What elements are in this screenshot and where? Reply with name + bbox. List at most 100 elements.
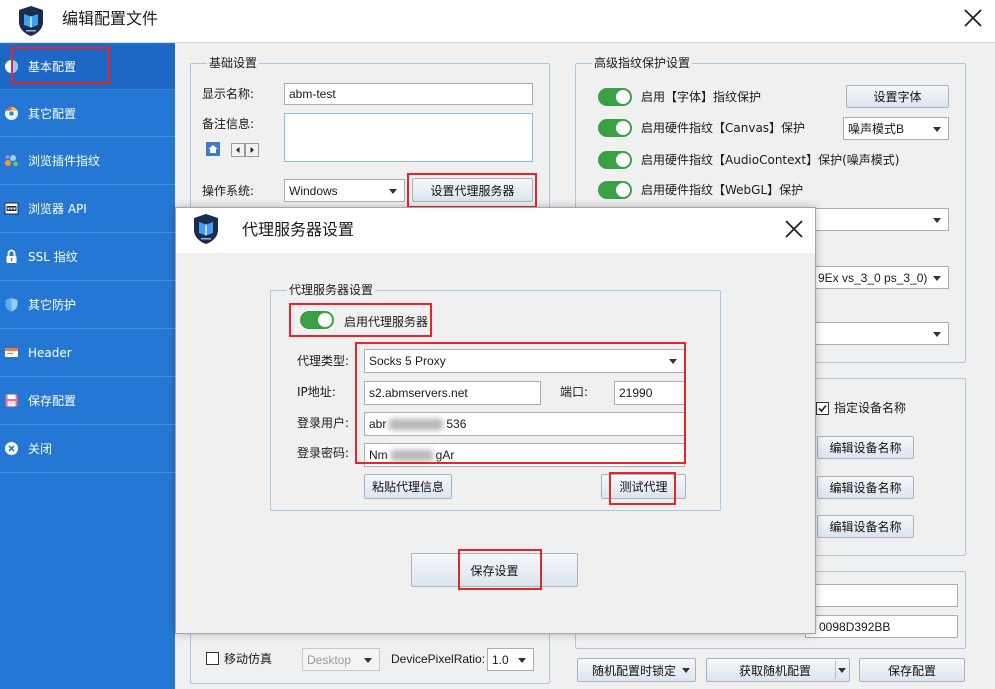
- username-visible-start: abr: [369, 417, 387, 431]
- sidebar-item-label: 基本配置: [28, 60, 77, 74]
- sidebar-item-label: 其它配置: [28, 106, 77, 121]
- get-random-config-button[interactable]: 获取随机配置: [706, 658, 850, 682]
- port-input[interactable]: 21990: [614, 381, 685, 405]
- chevron-down-icon: [933, 275, 941, 281]
- arrow-left-right-icon[interactable]: [231, 143, 259, 157]
- redacted-text: [390, 449, 433, 461]
- app-logo: [19, 6, 43, 36]
- app-logo: [194, 214, 218, 244]
- chevron-down-icon[interactable]: [838, 668, 846, 673]
- title-bar: 编辑配置文件: [0, 0, 995, 43]
- save-config-button[interactable]: 保存配置: [859, 658, 965, 682]
- dpr-select[interactable]: 1.0: [487, 648, 534, 671]
- port-label: 端口:: [560, 385, 589, 399]
- group-legend: 代理服务器设置: [287, 282, 376, 298]
- mobile-emulation-checkbox[interactable]: [206, 652, 219, 665]
- sidebar-item-other-config[interactable]: 其它配置: [0, 90, 175, 137]
- lock-on-random-label: 随机配置时锁定: [592, 663, 677, 678]
- sidebar-item-header[interactable]: Header: [0, 329, 175, 377]
- device-type-select[interactable]: Desktop: [302, 648, 380, 671]
- note-textarea[interactable]: [284, 113, 533, 162]
- group-legend: 高级指纹保护设置: [592, 55, 693, 71]
- sidebar-item-label: 其它防护: [28, 298, 77, 312]
- window-title: 编辑配置文件: [62, 9, 159, 28]
- password-input[interactable]: Nm gAr: [364, 443, 685, 467]
- edit-device-name-button[interactable]: 编辑设备名称: [817, 515, 914, 538]
- os-label: 操作系统:: [202, 184, 255, 198]
- canvas-protection-label: 启用硬件指纹【Canvas】保护: [641, 121, 806, 135]
- webgl-protection-toggle[interactable]: [598, 181, 632, 199]
- username-visible-end: 536: [446, 417, 467, 431]
- shield-icon: [5, 298, 18, 312]
- identifier-input-2[interactable]: 0098D392BB: [805, 615, 958, 638]
- paste-proxy-button[interactable]: 粘贴代理信息: [364, 474, 452, 499]
- canvas-protection-toggle[interactable]: [598, 119, 632, 137]
- sidebar-item-label: 保存配置: [28, 394, 77, 408]
- password-visible-end: gAr: [435, 448, 455, 462]
- dpr-value: 1.0: [492, 652, 509, 667]
- close-icon[interactable]: [964, 9, 982, 27]
- proxy-type-label: 代理类型:: [297, 354, 350, 368]
- sidebar-item-label: 浏览插件指纹: [28, 154, 101, 168]
- ip-input[interactable]: s2.abmservers.net: [364, 381, 541, 405]
- sidebar-item-plugin-fingerprint[interactable]: 浏览插件指纹: [0, 137, 175, 185]
- edit-device-name-button[interactable]: 编辑设备名称: [817, 476, 914, 499]
- ip-label: IP地址:: [297, 385, 336, 399]
- sidebar: 基本配置 其它配置 浏览插件指纹 浏览器 API SSL 指纹 其它防护 Hea…: [0, 43, 175, 689]
- enable-proxy-toggle[interactable]: [300, 311, 334, 329]
- username-label: 登录用户:: [297, 416, 350, 430]
- edit-device-name-button[interactable]: 编辑设备名称: [817, 436, 914, 459]
- sidebar-item-basic-config[interactable]: 基本配置: [0, 44, 175, 90]
- canvas-mode-value: 噪声模式B: [848, 122, 905, 136]
- font-protection-toggle[interactable]: [598, 88, 632, 106]
- audio-protection-toggle[interactable]: [598, 151, 632, 169]
- redacted-text: [389, 418, 444, 430]
- username-input[interactable]: abr 536: [364, 412, 685, 436]
- set-proxy-button[interactable]: 设置代理服务器: [412, 178, 533, 202]
- chevron-down-icon: [389, 188, 397, 194]
- sidebar-item-label: SSL 指纹: [28, 250, 78, 264]
- sidebar-item-other-protection[interactable]: 其它防护: [0, 281, 175, 329]
- webgl-select-3[interactable]: [805, 322, 949, 345]
- canvas-mode-select[interactable]: 噪声模式B: [843, 117, 949, 140]
- close-circle-icon: [5, 442, 18, 455]
- webgl-select-1[interactable]: [805, 208, 949, 231]
- browser-icon: [5, 106, 18, 120]
- sidebar-item-label: Header: [28, 345, 72, 360]
- identifier-input-1[interactable]: [805, 584, 958, 607]
- chevron-down-icon: [933, 217, 941, 223]
- toggle-knob: [616, 90, 630, 104]
- close-icon[interactable]: [785, 220, 803, 238]
- edit-profile-window: 编辑配置文件 基本配置 其它配置 浏览插件指纹 浏览器 API SSL 指纹 其: [0, 0, 995, 689]
- device-name-checkbox[interactable]: [816, 402, 829, 415]
- dpr-label: DevicePixelRatio:: [391, 652, 486, 666]
- password-visible-start: Nm: [369, 448, 388, 462]
- os-select-value: Windows: [289, 183, 338, 198]
- display-name-label: 显示名称:: [202, 87, 255, 101]
- home-icon[interactable]: [206, 142, 220, 156]
- device-type-value: Desktop: [307, 652, 352, 667]
- webgl-select-2[interactable]: 9Ex vs_3_0 ps_3_0): [805, 266, 949, 289]
- lock-on-random-button[interactable]: 随机配置时锁定: [577, 658, 696, 682]
- sidebar-item-close[interactable]: 关闭: [0, 425, 175, 473]
- chevron-down-icon: [364, 657, 372, 663]
- get-random-config-label: 获取随机配置: [739, 663, 812, 678]
- os-select[interactable]: Windows: [284, 179, 405, 202]
- display-name-input[interactable]: abm-test: [284, 83, 533, 105]
- toggle-knob: [616, 153, 630, 167]
- enable-proxy-label: 启用代理服务器: [344, 315, 429, 329]
- test-proxy-button[interactable]: 测试代理: [601, 474, 686, 499]
- sidebar-item-ssl-fingerprint[interactable]: SSL 指纹: [0, 233, 175, 281]
- info-icon: [5, 60, 18, 73]
- webgl-protection-label: 启用硬件指纹【WebGL】保护: [641, 183, 804, 197]
- floppy-icon: [5, 394, 18, 407]
- dialog-title: 代理服务器设置: [242, 220, 355, 239]
- plugin-icon: [5, 155, 18, 167]
- set-font-button[interactable]: 设置字体: [846, 85, 949, 108]
- proxy-type-select[interactable]: Socks 5 Proxy: [364, 349, 685, 373]
- device-name-label: 指定设备名称: [834, 401, 907, 415]
- sidebar-item-browser-api[interactable]: 浏览器 API: [0, 185, 175, 233]
- save-settings-button[interactable]: 保存设置: [411, 553, 578, 587]
- password-label: 登录密码:: [297, 446, 350, 460]
- sidebar-item-save-config[interactable]: 保存配置: [0, 377, 175, 425]
